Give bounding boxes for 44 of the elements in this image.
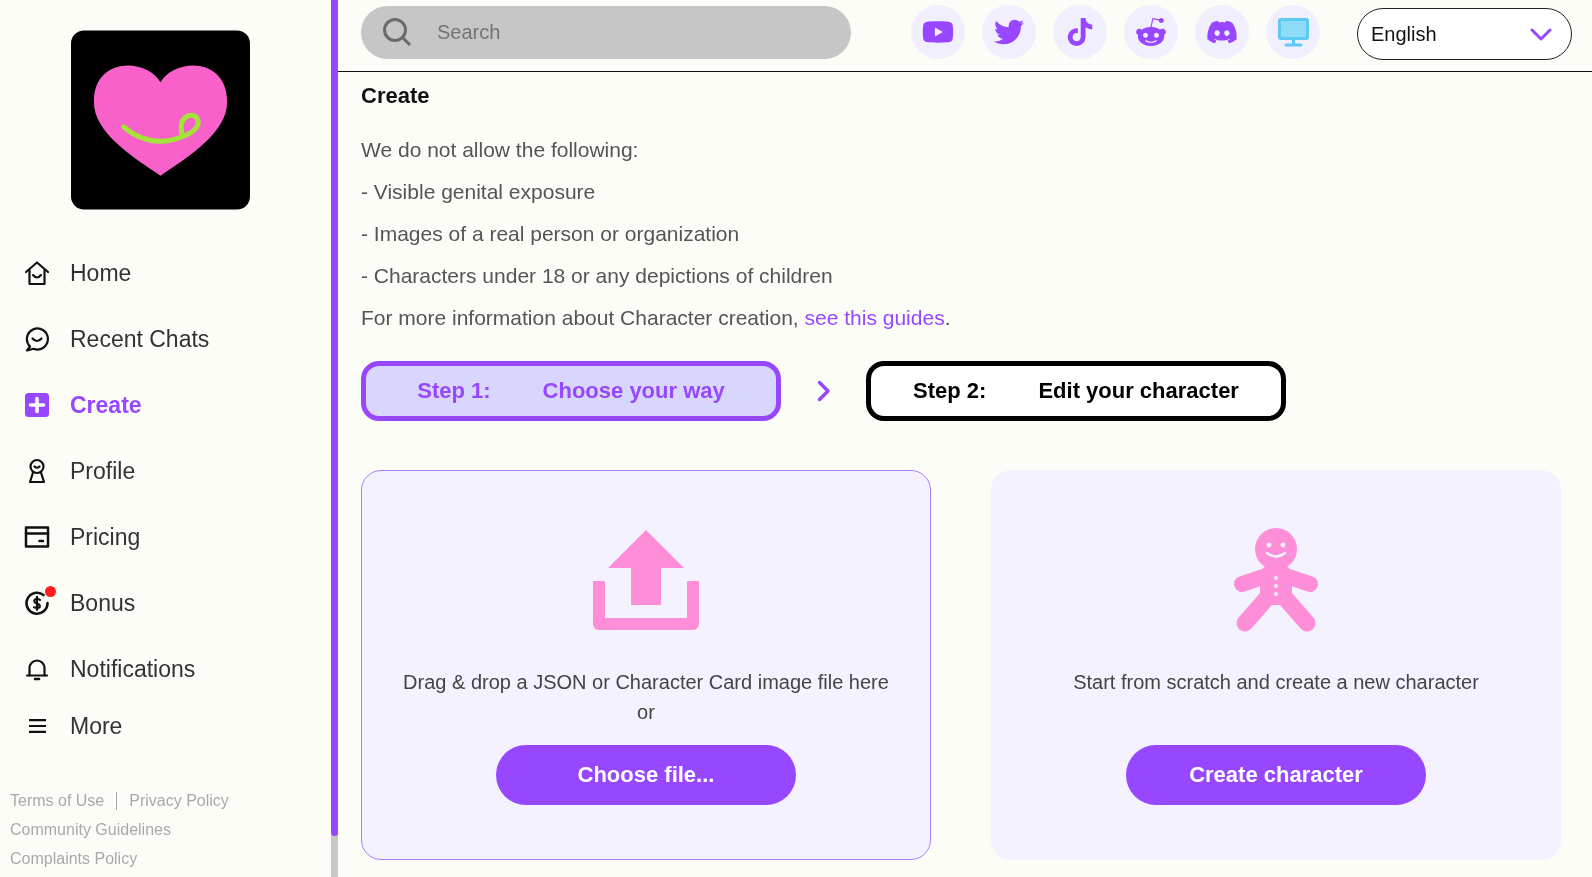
- choose-file-button[interactable]: Choose file...: [496, 745, 796, 805]
- nav-item[interactable]: Bonus: [0, 583, 142, 623]
- rule-text: - Visible genital exposure: [361, 179, 596, 205]
- create-character-button[interactable]: Create character: [1126, 745, 1426, 805]
- nav-item[interactable]: Create: [0, 385, 148, 425]
- music-note-icon: [1066, 18, 1094, 46]
- nav-item[interactable]: Recent Chats: [0, 319, 216, 359]
- monitor-icon: [1277, 17, 1309, 47]
- chevron-right-icon: [816, 380, 831, 402]
- step-number: Step 2:: [913, 378, 987, 404]
- nav-item[interactable]: Notifications: [0, 649, 202, 689]
- rule-text: - Characters under 18 or any depictions of children: [361, 263, 833, 289]
- nav-item[interactable]: Pricing: [0, 517, 147, 557]
- search-icon: [382, 17, 412, 47]
- rule-text: - Images of a real person or organization: [361, 221, 740, 247]
- gingerbread-icon: [1233, 527, 1319, 633]
- nav-item[interactable]: Profile: [0, 451, 142, 491]
- or-text: or: [637, 700, 655, 725]
- plus-square-icon: [24, 392, 50, 418]
- bird-icon: [994, 17, 1024, 47]
- card-icon: [24, 524, 50, 550]
- step-title: Choose your way: [542, 378, 725, 404]
- chevron-down-icon: [1530, 27, 1552, 41]
- drop-zone[interactable]: Drag & drop a JSON or Character Card image file here or Choose file...: [361, 470, 931, 860]
- nav-item[interactable]: Home: [0, 253, 138, 293]
- language-select[interactable]: English: [1357, 8, 1572, 60]
- chat-bubble-icon: [24, 326, 50, 352]
- info-text: For more information about Character creation, see this guides.: [361, 305, 951, 331]
- home-icon: [24, 260, 50, 286]
- card-text: Start from scratch and create a new character: [1073, 670, 1479, 695]
- menu-icon: [27, 719, 47, 733]
- guide-link[interactable]: see this guides: [804, 306, 945, 329]
- bell-icon: [24, 656, 50, 682]
- heart-logo[interactable]: [71, 30, 250, 210]
- page-title: Create: [361, 82, 430, 110]
- alien-face-icon: [1135, 16, 1167, 48]
- step-number: Step 1:: [417, 378, 491, 404]
- intro-text: We do not allow the following:: [361, 137, 639, 163]
- search-field[interactable]: Search: [361, 6, 851, 59]
- nav-item[interactable]: More: [0, 706, 129, 746]
- step-title: Edit your character: [1038, 378, 1239, 404]
- card-text: Drag & drop a JSON or Character Card image file here: [403, 670, 889, 695]
- dollar-coin-icon: [24, 590, 50, 616]
- upload-icon: [593, 530, 699, 630]
